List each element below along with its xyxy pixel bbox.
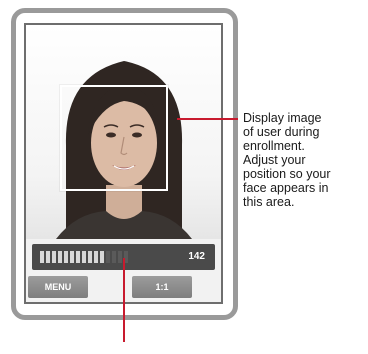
progress-tick: [40, 251, 44, 263]
ratio-button[interactable]: 1:1: [132, 276, 192, 298]
camera-view: [26, 25, 221, 239]
progress-tick: [82, 251, 86, 263]
enrollment-progress-bar: [40, 251, 132, 263]
callout-line-horizontal: [177, 118, 238, 120]
callout-line-vertical: [123, 258, 125, 342]
progress-tick: [94, 251, 98, 263]
menu-button[interactable]: MENU: [28, 276, 88, 298]
progress-tick: [76, 251, 80, 263]
progress-tick: [100, 251, 104, 263]
callout-description: Display image of user during enrollment.…: [243, 111, 331, 209]
progress-tick: [64, 251, 68, 263]
progress-tick: [118, 251, 122, 263]
figure-stage: 142 MENU 1:1 Display image of user durin…: [0, 0, 368, 354]
progress-tick: [70, 251, 74, 263]
progress-tick: [88, 251, 92, 263]
progress-tick: [106, 251, 110, 263]
progress-tick: [58, 251, 62, 263]
progress-tick: [52, 251, 56, 263]
progress-tick: [46, 251, 50, 263]
enrollment-count: 142: [188, 251, 205, 262]
progress-tick: [112, 251, 116, 263]
face-detection-frame: [60, 85, 168, 191]
